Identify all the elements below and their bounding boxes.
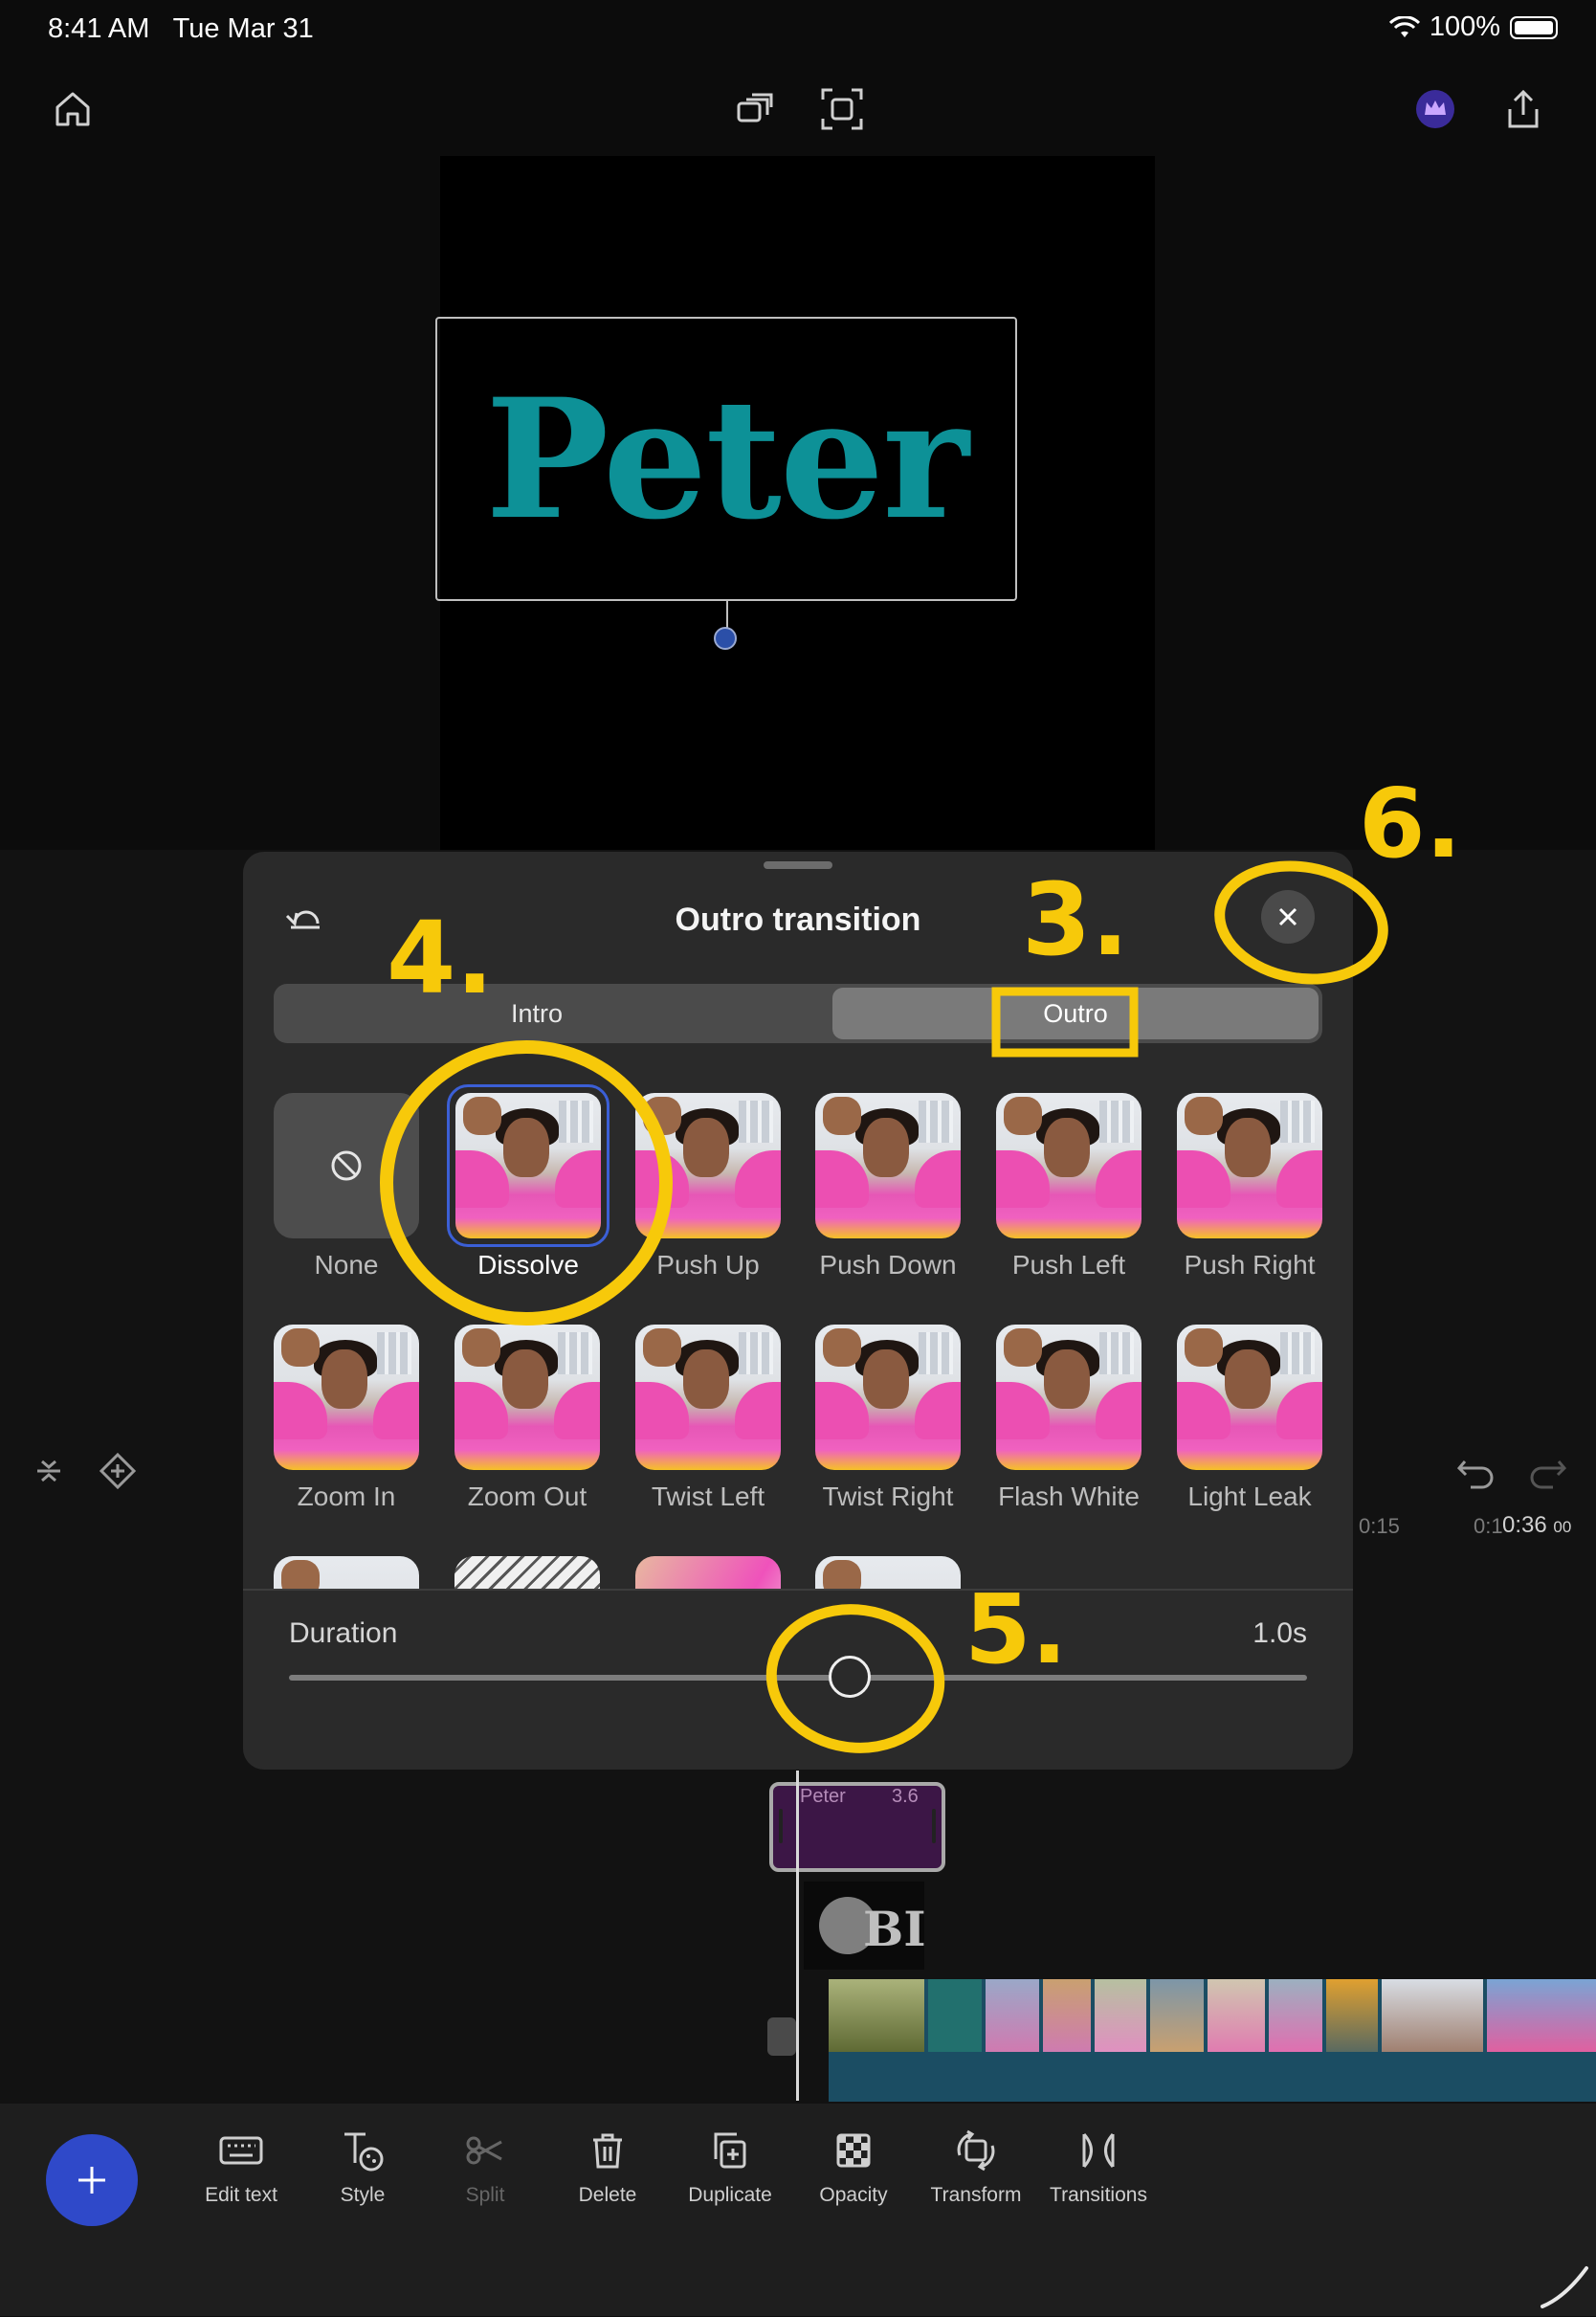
annotation-step-6: 6. [1359,768,1462,880]
annotation-step-5: 5. [964,1573,1068,1685]
annotation-step-4: 4. [387,900,494,1016]
annotation-overlay [380,860,1388,1753]
annotation-step-3: 3. [1022,861,1129,978]
